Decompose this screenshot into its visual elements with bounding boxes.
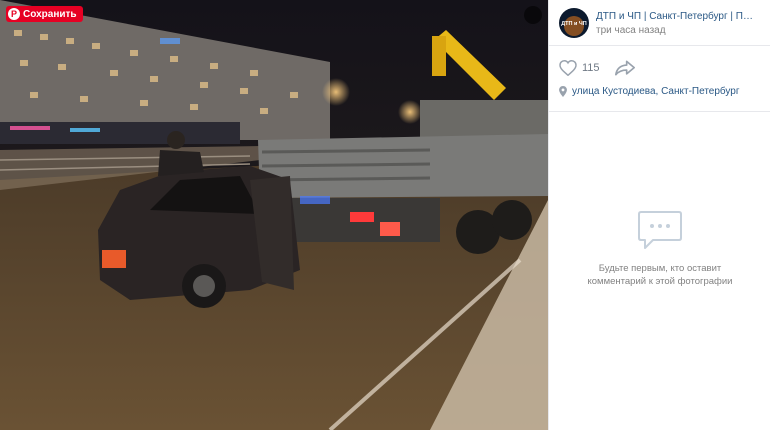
- like-count: 115: [582, 62, 600, 74]
- empty-comments-line-2: комментарий к этой фотографии: [587, 276, 733, 287]
- share-button[interactable]: [615, 60, 635, 81]
- location-pin-icon: [559, 86, 567, 97]
- save-label: Сохранить: [23, 8, 77, 20]
- accident-photo: [0, 0, 548, 430]
- location-text: улица Кустодиева, Санкт-Петербург: [572, 86, 740, 97]
- heart-icon: [559, 60, 577, 76]
- post-time: три часа назад: [596, 25, 666, 36]
- empty-comments-line-1: Будьте первым, кто оставит: [598, 263, 722, 274]
- post-actions: 115 улица Кустодиева, Санкт-Петербург: [549, 46, 770, 112]
- location-link[interactable]: улица Кустодиева, Санкт-Петербург: [559, 86, 740, 97]
- post-sidebar: ДТП и ЧП ДТП и ЧП | Санкт-Петербург | Пи…: [548, 0, 770, 430]
- comment-bubble-icon: [638, 211, 682, 249]
- group-name-link[interactable]: ДТП и ЧП | Санкт-Петербург | Питер Онлай…: [596, 11, 758, 22]
- zoom-icon: [524, 6, 548, 430]
- photo-viewer: P Сохранить ДТП и ЧП ДТП и ЧП | Санкт-Пе…: [0, 0, 770, 430]
- like-button[interactable]: 115: [559, 60, 600, 76]
- share-icon: [615, 60, 635, 76]
- photo[interactable]: P Сохранить: [0, 0, 548, 430]
- zoom-button[interactable]: [524, 6, 542, 24]
- pinterest-p-icon: P: [8, 8, 20, 20]
- group-avatar[interactable]: ДТП и ЧП: [559, 8, 589, 38]
- pinterest-save-button[interactable]: P Сохранить: [6, 6, 83, 22]
- comments-empty-state: Будьте первым, кто оставит комментарий к…: [549, 210, 770, 288]
- avatar-text: ДТП и ЧП: [561, 21, 587, 27]
- avatar-image: ДТП и ЧП: [559, 8, 589, 38]
- post-header: ДТП и ЧП ДТП и ЧП | Санкт-Петербург | Пи…: [549, 0, 770, 46]
